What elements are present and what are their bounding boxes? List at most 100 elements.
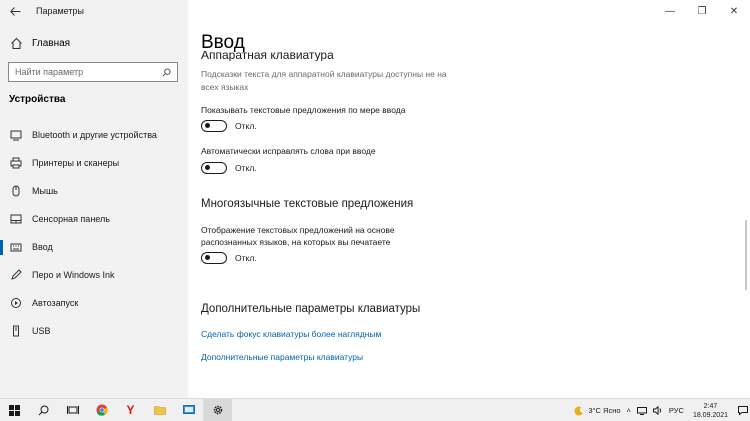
settings-taskbar-button[interactable] — [203, 398, 232, 421]
keyboard-icon — [9, 240, 23, 254]
text-suggestions-label: Показывать текстовые предложения по мере… — [201, 105, 406, 115]
search-icon — [38, 405, 49, 415]
usb-icon — [9, 324, 23, 338]
gear-icon — [213, 405, 222, 415]
clock-time: 2:47 — [703, 402, 718, 410]
sidebar-item-label: Bluetooth и другие устройства — [32, 130, 157, 140]
weather-widget[interactable]: 3°C Ясно — [574, 406, 621, 416]
toggle-state: Откл. — [235, 253, 257, 263]
toggle-knob — [205, 255, 210, 260]
yandex-taskbar-button[interactable]: Y — [116, 399, 145, 421]
sidebar-item-printers[interactable]: Принтеры и сканеры — [0, 149, 188, 177]
mouse-icon — [9, 184, 23, 198]
search-input[interactable]: Найти параметр — [8, 62, 178, 82]
home-link[interactable]: Главная — [0, 28, 188, 58]
windows-icon — [9, 404, 20, 416]
sidebar-item-label: Перо и Windows Ink — [32, 270, 115, 280]
system-tray: 3°C Ясно ˄ РУС 2:47 18.09.2021 — [571, 399, 750, 421]
maximize-button[interactable]: ❐ — [686, 0, 718, 22]
keyboard-focus-link[interactable]: Сделать фокус клавиатуры более наглядным — [201, 329, 381, 339]
sidebar-item-usb[interactable]: USB — [0, 317, 188, 345]
hidden-icons-button[interactable]: ˄ — [627, 406, 631, 415]
chrome-taskbar-button[interactable] — [87, 399, 116, 421]
clock-date: 18.09.2021 — [692, 411, 728, 419]
minimize-icon: — — [665, 5, 675, 17]
autocorrect-toggle[interactable] — [201, 162, 227, 174]
multilingual-heading: Многоязычные текстовые предложения — [201, 198, 414, 210]
close-icon: ✕ — [729, 5, 739, 17]
network-icon — [636, 406, 647, 415]
network-button[interactable] — [636, 406, 647, 415]
volume-button[interactable] — [652, 406, 663, 415]
toggle-knob — [205, 165, 210, 170]
yandex-icon: Y — [126, 403, 135, 417]
multilingual-toggle[interactable] — [201, 252, 227, 264]
sidebar-nav: Bluetooth и другие устройства Принтеры и… — [0, 121, 188, 345]
chrome-icon — [96, 404, 108, 416]
sidebar-item-label: Автозапуск — [32, 298, 79, 308]
sidebar-item-label: USB — [32, 326, 51, 336]
home-icon — [9, 36, 23, 50]
toggle-state: Откл. — [235, 163, 257, 173]
advanced-keyboard-heading: Дополнительные параметры клавиатуры — [201, 303, 421, 315]
back-arrow-icon — [9, 6, 20, 16]
notifications-button[interactable] — [736, 399, 750, 421]
sidebar-item-pen[interactable]: Перо и Windows Ink — [0, 261, 188, 289]
taskbar-search-button[interactable] — [29, 399, 58, 421]
autocorrect-toggle-row: Откл. — [201, 162, 257, 174]
toggle-knob — [205, 123, 210, 128]
app-taskbar-button[interactable] — [174, 399, 203, 421]
bluetooth-icon — [9, 128, 23, 142]
maximize-icon: ❐ — [697, 5, 707, 17]
clock[interactable]: 2:47 18.09.2021 — [693, 402, 728, 420]
sidebar-item-mouse[interactable]: Мышь — [0, 177, 188, 205]
explorer-taskbar-button[interactable] — [145, 399, 174, 421]
sidebar-item-label: Сенсорная панель — [32, 214, 110, 224]
sidebar: Параметры Главная Найти параметр Устройс… — [0, 0, 188, 398]
section-title: Устройства — [9, 94, 66, 105]
autocorrect-label: Автоматически исправлять слова при вводе — [201, 146, 376, 156]
touchpad-icon — [9, 212, 23, 226]
search-placeholder: Найти параметр — [15, 67, 84, 77]
taskbar: Y 3°C Ясно ˄ РУС 2:47 18.09.2021 — [0, 398, 750, 421]
sidebar-item-typing[interactable]: Ввод — [0, 233, 188, 261]
app-title: Параметры — [36, 6, 84, 16]
sidebar-item-autoplay[interactable]: Автозапуск — [0, 289, 188, 317]
volume-icon — [652, 406, 661, 415]
chevron-up-icon: ˄ — [626, 406, 631, 415]
sidebar-item-bluetooth[interactable]: Bluetooth и другие устройства — [0, 121, 188, 149]
home-label: Главная — [32, 37, 71, 49]
scrollbar[interactable] — [745, 220, 747, 290]
text-suggestions-toggle[interactable] — [201, 120, 227, 132]
language-indicator[interactable]: РУС — [669, 406, 684, 415]
sidebar-item-label: Мышь — [32, 186, 58, 196]
main-pane: — ❐ ✕ Ввод Аппаратная клавиатура Подсказ… — [188, 0, 750, 398]
start-button[interactable] — [0, 399, 29, 421]
notification-icon — [738, 406, 748, 415]
moon-icon — [574, 406, 584, 416]
search-icon — [162, 67, 171, 77]
back-button[interactable] — [0, 0, 30, 22]
monitor-icon — [182, 405, 195, 414]
window-controls: — ❐ ✕ — [654, 0, 750, 22]
folder-icon — [153, 406, 166, 415]
pen-icon — [9, 268, 23, 282]
hardware-keyboard-heading: Аппаратная клавиатура — [201, 51, 334, 61]
printer-icon — [9, 156, 23, 170]
multilingual-toggle-row: Откл. — [201, 252, 257, 264]
autoplay-icon — [9, 296, 23, 310]
sidebar-item-touchpad[interactable]: Сенсорная панель — [0, 205, 188, 233]
hardware-keyboard-description: Подсказки текста для аппаратной клавиату… — [201, 69, 447, 92]
task-view-icon — [66, 406, 79, 414]
task-view-button[interactable] — [58, 399, 87, 421]
sidebar-item-label: Принтеры и сканеры — [32, 158, 120, 168]
text-suggestions-toggle-row: Откл. — [201, 120, 257, 132]
weather-text: 3°C Ясно — [588, 406, 621, 415]
advanced-keyboard-link[interactable]: Дополнительные параметры клавиатуры — [201, 352, 363, 362]
sidebar-item-label: Ввод — [32, 242, 53, 252]
multilingual-label: Отображение текстовых предложений на осн… — [201, 225, 395, 247]
toggle-state: Откл. — [235, 121, 257, 131]
close-button[interactable]: ✕ — [718, 0, 750, 22]
title-bar: Параметры — [0, 0, 188, 22]
minimize-button[interactable]: — — [654, 0, 686, 22]
